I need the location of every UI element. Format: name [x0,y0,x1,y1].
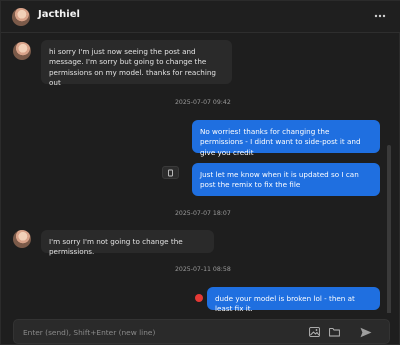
outgoing-message: Just let me know when it is updated so I… [192,163,380,196]
chat-window: Jacthiel hi sorry I'm just now seeing th… [0,0,400,345]
contact-avatar-message [13,230,31,248]
chat-header: Jacthiel [1,1,400,33]
message-composer [13,319,390,344]
timestamp: 2025-07-07 18:07 [175,210,231,217]
attach-image-button[interactable] [307,325,321,339]
send-icon [360,327,372,337]
message-input[interactable] [23,325,283,339]
error-icon[interactable] [195,294,203,302]
folder-icon [328,328,340,337]
contact-avatar[interactable] [12,8,30,26]
contact-avatar-message [13,42,31,60]
send-button[interactable] [359,325,373,339]
incoming-message: I'm sorry I'm not going to change the pe… [41,230,214,256]
contact-name[interactable]: Jacthiel [38,9,80,20]
scrollbar[interactable] [387,145,391,313]
outgoing-message: dude your model is broken lol - then at … [207,287,380,313]
outgoing-message: No worries! thanks for changing the perm… [192,120,380,157]
message-list[interactable]: hi sorry I'm just now seeing the post an… [1,33,393,313]
more-options-button[interactable] [371,9,389,23]
timestamp: 2025-07-11 08:58 [175,266,231,273]
image-icon [308,327,320,337]
attach-file-button[interactable] [327,325,341,339]
incoming-message: hi sorry I'm just now seeing the post an… [41,40,232,87]
copy-icon [168,169,173,176]
timestamp: 2025-07-07 09:42 [175,99,231,106]
copy-button[interactable] [162,166,179,179]
more-horizontal-icon [374,14,386,18]
